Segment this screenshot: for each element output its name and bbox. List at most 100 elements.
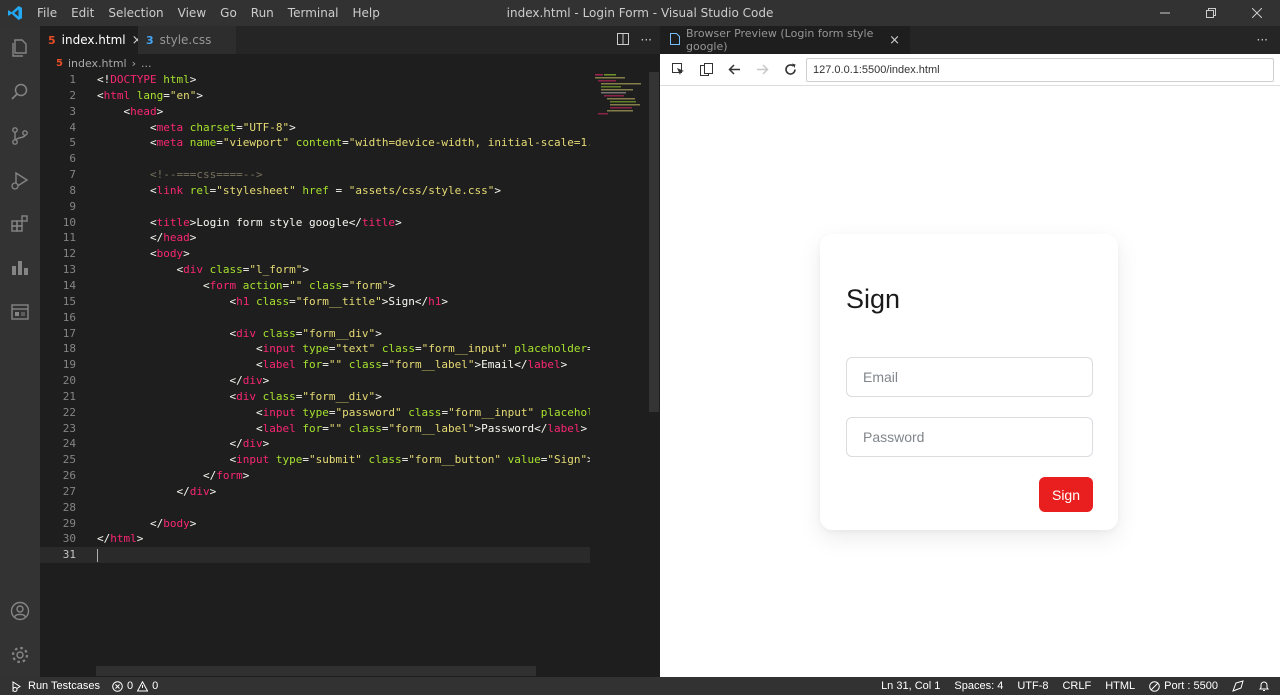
minimap[interactable] [590,72,648,677]
language-mode[interactable]: HTML [1105,680,1135,692]
charts-button[interactable] [0,246,40,290]
code-line[interactable]: 17 <div class="form__div"> [40,326,590,342]
menu-terminal[interactable]: Terminal [281,0,346,26]
code-line[interactable]: 29 </body> [40,516,590,532]
more-actions-icon[interactable]: ··· [641,33,652,47]
explorer-button[interactable] [0,26,40,70]
code-line[interactable]: 20 </div> [40,373,590,389]
code-line[interactable]: 6 [40,151,590,167]
code-token: class [255,326,296,340]
code-line[interactable]: 15 <h1 class="form__title">Sign</h1> [40,294,590,310]
code-line[interactable]: 14 <form action="" class="form"> [40,278,590,294]
split-editor-icon[interactable] [616,32,629,48]
code-line[interactable]: 26 </form> [40,468,590,484]
menu-edit[interactable]: Edit [64,0,101,26]
notifications-button[interactable] [1258,680,1270,692]
problems-indicator[interactable]: 0 0 [112,680,158,692]
code-token: class [401,405,442,419]
close-window-button[interactable] [1234,0,1280,26]
breadcrumb-file[interactable]: index.html [68,57,127,70]
code-line[interactable]: 31 [40,547,590,564]
code-line[interactable]: 9 [40,199,590,215]
code-line[interactable]: 7 <!--===css====--> [40,167,590,183]
horizontal-scrollbar[interactable] [96,666,536,676]
live-server-port[interactable]: Port : 5500 [1149,680,1218,692]
email-input[interactable]: Email [846,357,1093,397]
search-button[interactable] [0,70,40,114]
end-of-line[interactable]: CRLF [1062,680,1091,692]
form-title: Sign [846,284,901,314]
code-line[interactable]: 22 <input type="password" class="form__i… [40,405,590,421]
forward-button[interactable] [750,58,774,82]
breadcrumb: 5 index.html › ... [40,54,660,72]
cursor-position[interactable]: Ln 31, Col 1 [881,680,940,692]
sign-button[interactable]: Sign [1039,477,1093,512]
menu-file[interactable]: File [30,0,64,26]
line-number: 25 [62,453,76,467]
line-content: </div> [76,373,269,389]
code-token: > [136,532,144,546]
menu-help[interactable]: Help [346,0,387,26]
browser-preview-button[interactable] [0,290,40,334]
code-line[interactable]: 19 <label for="" class="form__label">Ema… [40,357,590,373]
url-bar[interactable]: 127.0.0.1:5500/index.html [806,57,1274,82]
code-line[interactable]: 8 <link rel="stylesheet" href = "assets/… [40,183,590,199]
menu-run[interactable]: Run [244,0,281,26]
run-debug-button[interactable] [0,158,40,202]
breadcrumb-more[interactable]: ... [141,57,152,70]
vertical-scrollbar[interactable] [649,72,659,412]
code-line[interactable]: 30 </html> [40,531,590,547]
code-line[interactable]: 11 </head> [40,230,590,246]
feedback-button[interactable] [1232,680,1244,692]
code-line[interactable]: 5 <meta name="viewport" content="width=d… [40,135,590,151]
code-line[interactable]: 1 <!DOCTYPE html> [40,72,590,88]
more-actions-icon[interactable]: ··· [1257,26,1268,54]
code-line[interactable]: 25 <input type="submit" class="form__but… [40,452,590,468]
code-line[interactable]: 3 <head> [40,104,590,120]
code-token: < [202,278,210,292]
reload-button[interactable] [778,58,802,82]
back-button[interactable] [722,58,746,82]
code-token: < [255,405,263,419]
device-toggle-button[interactable] [694,58,718,82]
code-token: "form__button" [408,453,502,467]
inspect-button[interactable] [666,58,690,82]
tab-index-html[interactable]: 5 index.html × [40,26,143,54]
run-testcases-button[interactable]: Run Testcases [12,680,100,692]
accounts-button[interactable] [0,589,40,633]
password-input[interactable]: Password [846,417,1093,457]
code-editor[interactable]: 1 <!DOCTYPE html> 2 <html lang="en"> 3 <head… [40,72,590,677]
menu-selection[interactable]: Selection [101,0,170,26]
code-line[interactable]: 12 <body> [40,246,590,262]
code-line[interactable]: 13 <div class="l_form"> [40,262,590,278]
code-line[interactable]: 21 <div class="form__div"> [40,389,590,405]
restore-button[interactable] [1188,0,1234,26]
extensions-button[interactable] [0,202,40,246]
code-line[interactable]: 27 </div> [40,484,590,500]
encoding[interactable]: UTF-8 [1017,680,1048,692]
code-line[interactable]: 16 [40,310,590,326]
source-control-button[interactable] [0,114,40,158]
code-line[interactable]: 28 [40,500,590,516]
manage-button[interactable] [0,633,40,677]
close-tab-icon[interactable]: × [889,33,900,48]
code-token: label [262,358,296,372]
code-line[interactable]: 4 <meta charset="UTF-8"> [40,120,590,136]
code-token: = [414,342,422,356]
code-line[interactable]: 10 <title>Login form style google</title… [40,215,590,231]
minimize-icon [1160,12,1170,14]
no-entry-icon [1149,680,1160,692]
code-token: DOCTYPE [110,73,157,86]
code-line[interactable]: 2 <html lang="en"> [40,88,590,104]
code-line[interactable]: 18 <input type="text" class="form__input… [40,341,590,357]
menu-view[interactable]: View [171,0,213,26]
code-line[interactable]: 23 <label for="" class="form__label">Pas… [40,421,590,437]
menu-go[interactable]: Go [213,0,244,26]
indentation[interactable]: Spaces: 4 [954,680,1003,692]
tab-browser-preview[interactable]: Browser Preview (Login form style google… [660,26,910,54]
code-line[interactable]: 24 </div> [40,436,590,452]
minimize-button[interactable] [1142,0,1188,26]
tab-style-css[interactable]: 3 style.css [138,26,236,54]
